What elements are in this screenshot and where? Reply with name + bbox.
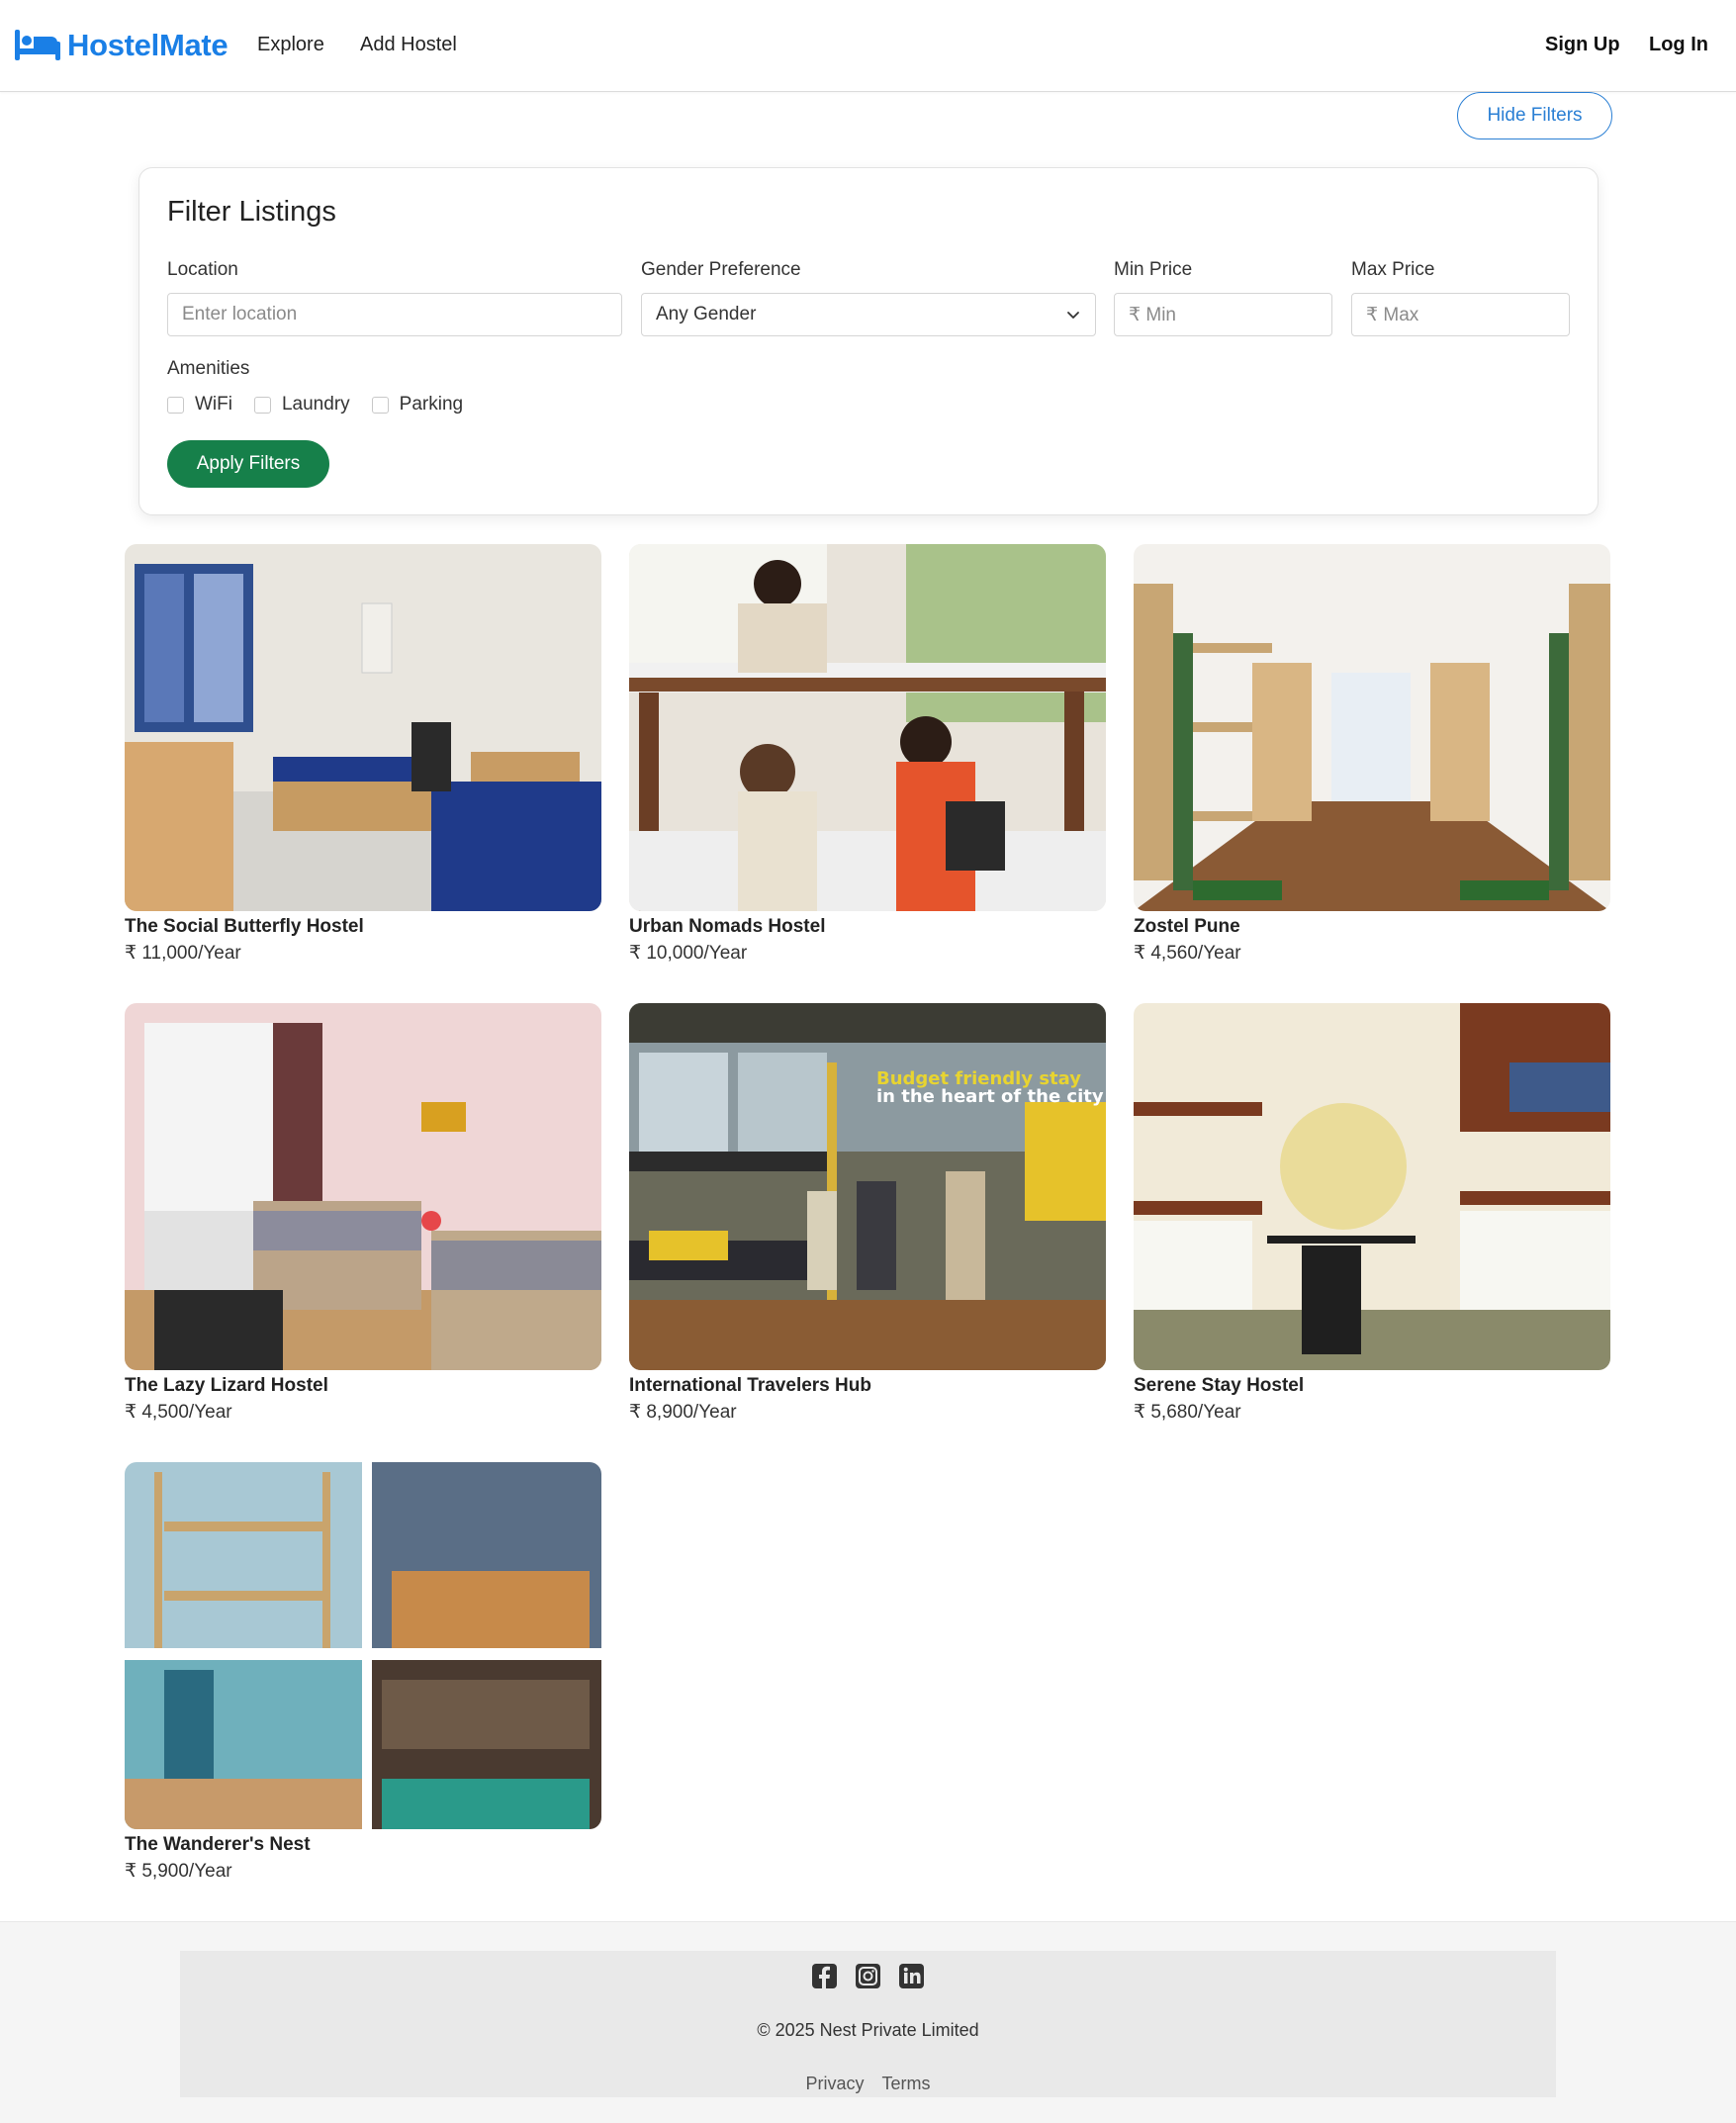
navbar: HostelMate Explore Add Hostel Sign Up Lo… — [0, 0, 1736, 92]
brand-name: HostelMate — [67, 28, 228, 62]
amenities-list: WiFi Laundry Parking — [167, 394, 485, 415]
listing-name: Urban Nomads Hostel — [629, 916, 826, 937]
listing-photo[interactable] — [125, 544, 601, 911]
amenity-label: Laundry — [281, 394, 350, 415]
listing-price: ₹ 4,500/Year — [125, 1402, 232, 1423]
amenities-label: Amenities — [167, 358, 250, 379]
listing-card[interactable]: Serene Stay Hostel ₹ 5,680/Year — [1134, 1003, 1610, 1424]
instagram-icon[interactable] — [855, 1963, 881, 1989]
amenity-label: Parking — [399, 394, 464, 415]
location-input[interactable]: Enter location — [167, 293, 622, 336]
max-price-label: Max Price — [1351, 259, 1435, 280]
terms-link[interactable]: Terms — [882, 2074, 931, 2094]
amenity-wifi[interactable]: WiFi — [167, 394, 232, 415]
listing-card[interactable]: The Wanderer's Nest ₹ 5,900/Year — [125, 1462, 601, 1883]
listing-price: ₹ 11,000/Year — [125, 943, 241, 964]
listing-name: The Lazy Lizard Hostel — [125, 1375, 328, 1396]
listing-photo[interactable] — [1134, 544, 1610, 911]
parking-checkbox[interactable] — [371, 396, 389, 414]
location-placeholder: Enter location — [182, 304, 298, 324]
listing-photo[interactable] — [1134, 1003, 1610, 1370]
linkedin-icon[interactable] — [898, 1963, 925, 1989]
min-price-label: Min Price — [1114, 259, 1193, 280]
listing-name: Serene Stay Hostel — [1134, 1375, 1305, 1396]
listing-card[interactable]: Budget friendly stay in the heart of the… — [629, 1003, 1106, 1424]
wifi-checkbox[interactable] — [167, 396, 184, 414]
social-links — [180, 1963, 1556, 1989]
listing-price: ₹ 8,900/Year — [629, 1402, 737, 1423]
listing-card[interactable]: The Lazy Lizard Hostel ₹ 4,500/Year — [125, 1003, 601, 1424]
log-in-link[interactable]: Log In — [1649, 34, 1708, 56]
listing-photo[interactable] — [629, 544, 1106, 911]
amenity-parking[interactable]: Parking — [371, 394, 464, 415]
footer-links: Privacy Terms — [180, 2074, 1556, 2094]
min-price-input[interactable]: ₹ Min — [1114, 293, 1332, 336]
overlay-line-2: in the heart of the city — [876, 1086, 1104, 1107]
sign-up-link[interactable]: Sign Up — [1545, 34, 1620, 56]
gender-select-value: Any Gender — [656, 304, 757, 324]
privacy-link[interactable]: Privacy — [805, 2074, 864, 2094]
listing-price: ₹ 5,680/Year — [1134, 1402, 1241, 1423]
max-price-input[interactable]: ₹ Max — [1351, 293, 1570, 336]
copyright-text: © 2025 Nest Private Limited — [757, 2020, 979, 2040]
listing-card[interactable]: Urban Nomads Hostel ₹ 10,000/Year — [629, 544, 1106, 965]
listing-name: The Social Butterfly Hostel — [125, 916, 364, 937]
listing-photo[interactable]: Budget friendly stay in the heart of the… — [629, 1003, 1106, 1370]
listing-price: ₹ 10,000/Year — [629, 943, 748, 964]
listing-photo[interactable] — [125, 1003, 601, 1370]
listing-name: The Wanderer's Nest — [125, 1834, 311, 1855]
brand-logo[interactable]: HostelMate — [14, 26, 228, 65]
laundry-checkbox[interactable] — [253, 396, 271, 414]
chevron-down-icon — [1067, 312, 1079, 319]
listing-photo[interactable] — [125, 1462, 601, 1829]
footer-content: © 2025 Nest Private Limited Privacy Term… — [180, 1951, 1556, 2097]
listing-name: Zostel Pune — [1134, 916, 1240, 937]
min-price-placeholder: ₹ Min — [1129, 304, 1176, 325]
nav-explore-link[interactable]: Explore — [257, 34, 324, 56]
amenity-laundry[interactable]: Laundry — [253, 394, 350, 415]
nav-add-hostel-link[interactable]: Add Hostel — [360, 34, 457, 56]
apply-filters-button[interactable]: Apply Filters — [167, 440, 329, 488]
footer: © 2025 Nest Private Limited Privacy Term… — [0, 1921, 1736, 2123]
listing-name: International Travelers Hub — [629, 1375, 871, 1396]
amenity-label: WiFi — [195, 394, 232, 415]
listing-card[interactable]: The Social Butterfly Hostel ₹ 11,000/Yea… — [125, 544, 601, 965]
facebook-icon[interactable] — [811, 1963, 838, 1989]
bed-icon — [15, 30, 60, 60]
listing-price: ₹ 4,560/Year — [1134, 943, 1241, 964]
max-price-placeholder: ₹ Max — [1366, 304, 1419, 325]
listing-price: ₹ 5,900/Year — [125, 1861, 232, 1882]
gender-label: Gender Preference — [641, 259, 801, 280]
location-label: Location — [167, 259, 238, 280]
hide-filters-button[interactable]: Hide Filters — [1457, 92, 1612, 139]
filter-title: Filter Listings — [167, 196, 336, 228]
gender-select[interactable]: Any Gender — [641, 293, 1096, 336]
filter-panel: Filter Listings Location Enter location … — [138, 167, 1599, 515]
listing-card[interactable]: Zostel Pune ₹ 4,560/Year — [1134, 544, 1610, 965]
